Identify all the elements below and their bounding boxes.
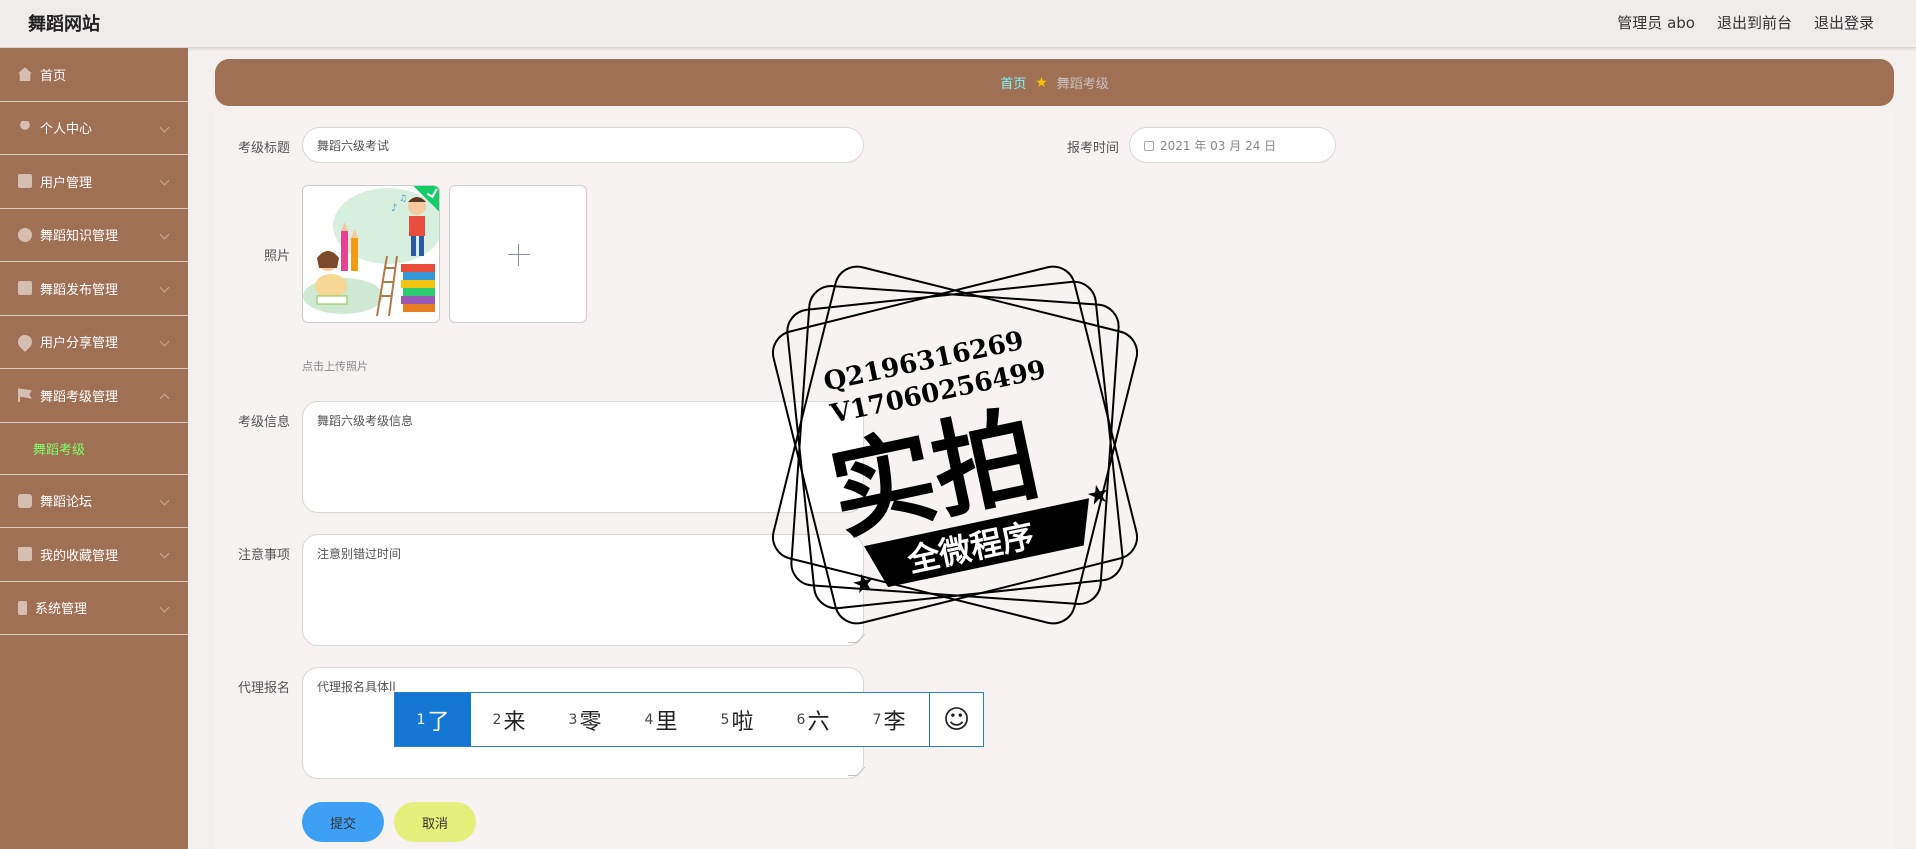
ime-candidate[interactable]: 6六 [775,693,851,746]
chat-icon [18,493,32,508]
breadcrumb-home[interactable]: 首页 [1000,73,1026,92]
briefcase-icon [18,281,32,296]
cancel-button[interactable]: 取消 [394,802,476,842]
svg-text:♪: ♪ [391,203,397,214]
clipboard-icon [18,174,32,189]
sidebar-item-dance-forum[interactable]: 舞蹈论坛 [0,475,188,528]
sidebar-item-user-share[interactable]: 用户分享管理 [0,316,188,369]
sidebar-subitem-dance-exam[interactable]: 舞蹈考级 [0,423,188,475]
ime-candidate-bar: 1了 2来 3零 4里 5啦 6六 7李 ☺ [394,692,984,747]
chevron-down-icon [159,229,170,239]
svg-text:♫: ♫ [399,194,407,204]
chevron-down-icon [159,282,170,293]
phone-icon [18,600,27,615]
ime-candidate[interactable]: 7李 [851,693,927,746]
exam-info-textarea[interactable]: 舞蹈六级考级信息 [302,401,866,513]
exam-info-value: 舞蹈六级考级信息 [317,414,414,428]
exam-date-label: 报考时间 [1066,141,1119,156]
sidebar-item-dance-exam[interactable]: 舞蹈考级管理 [0,369,188,423]
sidebar-item-label: 系统管理 [35,602,88,618]
notes-label: 注意事项 [237,548,290,563]
dashboard-icon [18,227,32,242]
exam-date-picker[interactable]: 2021 年 03 月 24 日 [1129,127,1336,163]
upload-photo-button[interactable] [449,185,587,323]
logout-link[interactable]: 退出登录 [1814,12,1874,33]
sidebar-item-label: 首页 [40,68,67,84]
proxy-register-label: 代理报名 [237,681,290,696]
sidebar-item-my-favorites[interactable]: 我的收藏管理 [0,528,188,582]
sidebar-item-personal-center[interactable]: 个人中心 [0,102,188,155]
home-icon [18,67,32,82]
flag-icon [18,388,32,403]
sidebar-item-label: 舞蹈论坛 [40,495,93,511]
exam-info-label: 考级信息 [237,415,290,430]
calendar-icon [1144,141,1154,151]
sidebar-item-label: 个人中心 [40,122,93,138]
chevron-down-icon [159,495,170,505]
sidebar-item-label: 舞蹈考级管理 [40,389,119,405]
top-bar: 舞蹈网站 管理员 abo 退出到前台 退出登录 [0,0,1916,48]
sidebar-item-label: 舞蹈发布管理 [40,282,119,298]
chevron-down-icon [159,122,170,132]
dance-illustration-image: ♪ ♫ [303,186,439,322]
sidebar: 首页 个人中心 用户管理 舞蹈知识管理 舞蹈发布管理 用户分享管理 舞蹈考级管理… [0,48,188,849]
ime-candidate[interactable]: 1了 [395,693,471,746]
notes-value: 注意别错过时间 [317,547,402,561]
sidebar-item-home[interactable]: 首页 [0,48,188,102]
ime-candidate[interactable]: 4里 [623,693,699,746]
uploaded-photo[interactable]: ♪ ♫ [302,185,440,323]
exam-date-value: 2021 年 03 月 24 日 [1160,139,1277,153]
clipboard-icon [18,547,32,562]
ime-candidate[interactable]: 2来 [471,693,547,746]
chevron-down-icon [159,336,170,346]
pin-icon [15,331,35,352]
sidebar-item-dance-publish[interactable]: 舞蹈发布管理 [0,262,188,316]
sidebar-item-user-management[interactable]: 用户管理 [0,155,188,209]
site-title: 舞蹈网站 [28,14,100,35]
chevron-down-icon [159,548,170,559]
proxy-register-value: 代理报名具体ll [317,680,396,694]
emoji-icon[interactable]: ☺ [929,693,983,746]
star-icon: ★ [1035,74,1048,91]
submit-button[interactable]: 提交 [302,802,384,842]
breadcrumb-current: 舞蹈考级 [1056,77,1109,92]
sidebar-item-dance-knowledge[interactable]: 舞蹈知识管理 [0,209,188,262]
notes-textarea[interactable]: 注意别错过时间 [302,534,866,646]
exam-title-label: 考级标题 [237,141,290,156]
upload-tip: 点击上传照片 [302,360,368,373]
exam-title-input[interactable]: 舞蹈六级考试 [302,127,864,163]
chevron-down-icon [159,602,170,612]
breadcrumb: 首页 ★ 舞蹈考级 [215,59,1894,106]
chevron-up-icon [159,393,170,404]
sidebar-item-label: 用户分享管理 [40,336,119,352]
chevron-down-icon [159,175,170,186]
sidebar-item-label: 舞蹈知识管理 [40,229,119,245]
user-icon [20,120,30,130]
sidebar-item-label: 用户管理 [40,175,93,191]
ime-candidate[interactable]: 3零 [547,693,623,746]
top-links: 管理员 abo 退出到前台 退出登录 [1617,12,1874,33]
sidebar-item-system[interactable]: 系统管理 [0,582,188,635]
photo-label: 照片 [263,249,290,264]
exit-to-front-link[interactable]: 退出到前台 [1717,12,1792,33]
sidebar-item-label: 我的收藏管理 [40,548,119,564]
ime-candidate[interactable]: 5啦 [699,693,775,746]
admin-user-label: 管理员 abo [1617,14,1695,32]
